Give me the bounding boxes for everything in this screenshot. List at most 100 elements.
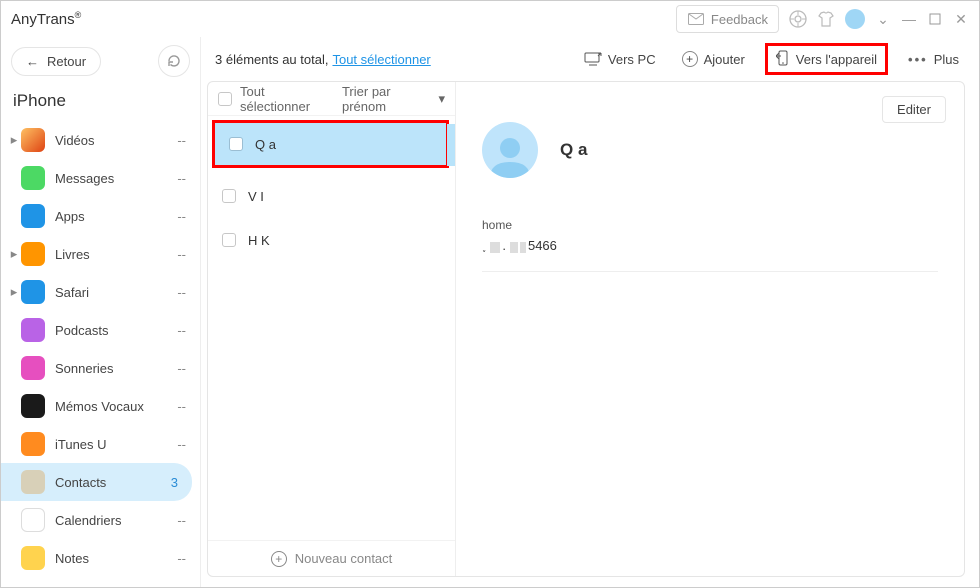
- toolbar-right: Vers PC + Ajouter Vers l'appareil •••: [578, 43, 965, 75]
- to-pc-icon: [584, 52, 602, 66]
- contact-row-name: Q a: [255, 137, 276, 152]
- refresh-button[interactable]: [158, 45, 190, 77]
- feedback-button[interactable]: Feedback: [676, 5, 779, 33]
- sidebar-item-apps[interactable]: Apps--: [1, 197, 200, 235]
- nav-count: 3: [171, 475, 178, 490]
- list-select-all-label: Tout sélectionner: [240, 84, 334, 114]
- checkbox-icon[interactable]: [222, 233, 236, 247]
- summary-prefix: 3 éléments au total,: [215, 52, 328, 67]
- select-all-link[interactable]: Tout sélectionner: [332, 52, 430, 67]
- nav-count: --: [177, 133, 186, 148]
- main: 3 éléments au total, Tout sélectionner V…: [201, 37, 979, 587]
- caret-right-icon: ▸: [9, 246, 19, 262]
- toolbar-summary: 3 éléments au total, Tout sélectionner: [215, 52, 431, 67]
- sidebar-item-podcasts[interactable]: Podcasts--: [1, 311, 200, 349]
- sidebar-item-messages[interactable]: Messages--: [1, 159, 200, 197]
- user-avatar-small[interactable]: [845, 9, 865, 29]
- nav-label: Calendriers: [55, 513, 177, 528]
- more-button[interactable]: ••• Plus: [902, 48, 965, 71]
- divider: [482, 271, 938, 272]
- redacted-icon: [520, 242, 526, 253]
- nav-label: Notes: [55, 551, 177, 566]
- nav-count: --: [177, 361, 186, 376]
- to-device-label: Vers l'appareil: [796, 52, 877, 67]
- sidebar-item-ringtones[interactable]: Sonneries--: [1, 349, 200, 387]
- list-sort-label: Trier par prénom: [342, 84, 435, 114]
- window-close-button[interactable]: ✕: [953, 11, 969, 27]
- add-button[interactable]: + Ajouter: [676, 47, 751, 71]
- nav-count: --: [177, 513, 186, 528]
- nav-count: --: [177, 437, 186, 452]
- to-pc-button[interactable]: Vers PC: [578, 48, 662, 71]
- sidebar-item-voicememos[interactable]: Mémos Vocaux--: [1, 387, 200, 425]
- sidebar-nav[interactable]: ▸Vidéos--Messages--Apps--▸Livres--▸Safar…: [1, 121, 200, 587]
- to-device-button[interactable]: Vers l'appareil: [765, 43, 888, 75]
- back-button[interactable]: ← Retour: [11, 47, 101, 76]
- contact-header: Q a: [482, 122, 938, 178]
- shirt-icon[interactable]: [817, 10, 835, 28]
- contact-row-name: H K: [248, 233, 270, 248]
- plus-circle-icon: +: [271, 551, 287, 567]
- phone-field-value: ˯ . 5466: [482, 238, 938, 253]
- nav-label: Podcasts: [55, 323, 177, 338]
- app-icon: [21, 546, 45, 570]
- nav-count: --: [177, 323, 186, 338]
- nav-label: Contacts: [55, 475, 171, 490]
- list-select-all[interactable]: Tout sélectionner: [218, 84, 334, 114]
- app-icon: [21, 508, 45, 532]
- caret-right-icon: ▸: [9, 284, 19, 300]
- new-contact-button[interactable]: + Nouveau contact: [208, 540, 455, 576]
- contact-row[interactable]: V I: [208, 174, 455, 218]
- nav-label: Vidéos: [55, 133, 177, 148]
- app-icon: [21, 128, 45, 152]
- nav-count: --: [177, 171, 186, 186]
- nav-label: Sonneries: [55, 361, 177, 376]
- caret-down-icon: ▾: [438, 91, 445, 107]
- edit-button[interactable]: Editer: [882, 96, 946, 123]
- contact-detail: Editer Q a home ˯ .: [456, 82, 964, 576]
- nav-count: --: [177, 209, 186, 224]
- app-icon: [21, 204, 45, 228]
- contact-row[interactable]: Q a: [212, 120, 449, 168]
- checkbox-icon[interactable]: [229, 137, 243, 151]
- checkbox-icon[interactable]: [222, 189, 236, 203]
- nav-label: Apps: [55, 209, 177, 224]
- contact-row[interactable]: H K: [208, 218, 455, 262]
- sidebar-item-videos[interactable]: ▸Vidéos--: [1, 121, 200, 159]
- sidebar-item-notes[interactable]: Notes--: [1, 539, 200, 577]
- add-label: Ajouter: [704, 52, 745, 67]
- chevron-down-icon[interactable]: ⌄: [875, 11, 891, 27]
- nav-count: --: [177, 247, 186, 262]
- app-icon: [21, 280, 45, 304]
- nav-label: Mémos Vocaux: [55, 399, 177, 414]
- arrow-left-icon: ←: [26, 54, 39, 69]
- nav-count: --: [177, 285, 186, 300]
- list-sort[interactable]: Trier par prénom ▾: [342, 84, 445, 114]
- nav-count: --: [177, 399, 186, 414]
- to-pc-label: Vers PC: [608, 52, 656, 67]
- sidebar-item-books[interactable]: ▸Livres--: [1, 235, 200, 273]
- sidebar-item-contacts[interactable]: Contacts3: [1, 463, 192, 501]
- sidebar-item-safari[interactable]: ▸Safari--: [1, 273, 200, 311]
- feedback-label: Feedback: [711, 12, 768, 27]
- nav-label: iTunes U: [55, 437, 177, 452]
- sidebar-item-itunesu[interactable]: iTunes U--: [1, 425, 200, 463]
- titlebar-right: Feedback ⌄ — ✕: [676, 5, 969, 33]
- nav-count: --: [177, 551, 186, 566]
- redacted-icon: [510, 242, 518, 253]
- mail-icon: [687, 10, 705, 28]
- scroll-indicator: [447, 124, 455, 166]
- app-title-text: AnyTrans: [11, 11, 75, 28]
- app-icon: [21, 432, 45, 456]
- contact-list[interactable]: Q a V I H K: [208, 116, 455, 540]
- more-label: Plus: [934, 52, 959, 67]
- window-minimize-button[interactable]: —: [901, 11, 917, 27]
- toolbar: 3 éléments au total, Tout sélectionner V…: [201, 37, 979, 81]
- checkbox-icon[interactable]: [218, 92, 232, 106]
- app-icon: [21, 470, 45, 494]
- help-icon[interactable]: [789, 10, 807, 28]
- window-maximize-button[interactable]: [927, 11, 943, 27]
- sidebar-item-calendars[interactable]: Calendriers--: [1, 501, 200, 539]
- app-title: AnyTrans®: [11, 10, 81, 28]
- back-label: Retour: [47, 54, 86, 69]
